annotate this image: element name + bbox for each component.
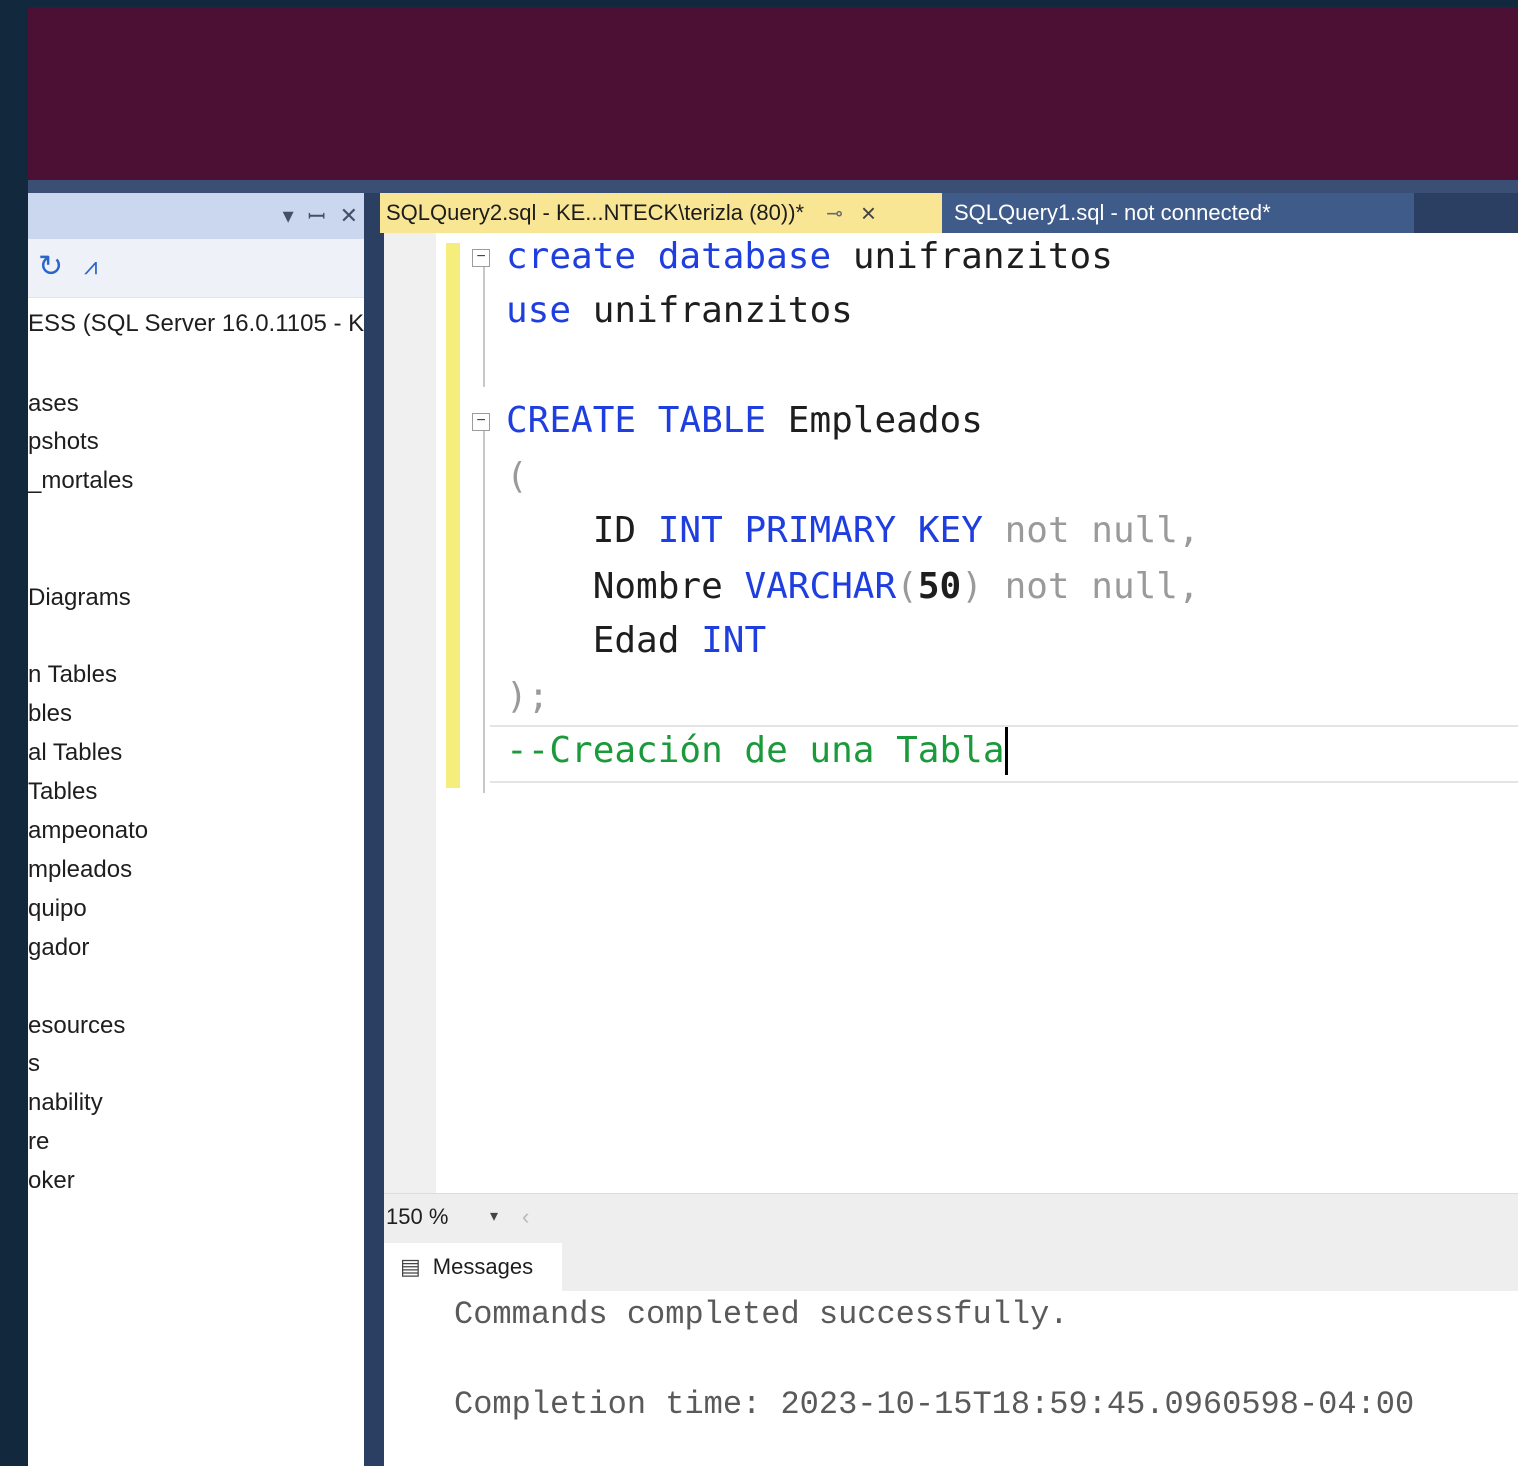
zoom-level[interactable]: 150 % [386, 1204, 448, 1230]
code-line-1: create database unifranzitos [506, 236, 1113, 277]
editor-status-bar: 150 % ▾ ‹ [384, 1193, 1518, 1244]
refresh-icon[interactable]: ↻ [38, 247, 63, 287]
tree-node[interactable]: mpleados [28, 855, 132, 885]
pin-icon[interactable]: ⊸ [826, 201, 843, 226]
tree-node[interactable]: al Tables [28, 738, 122, 768]
collapse-icon[interactable]: − [472, 413, 490, 431]
text-caret [1004, 727, 1008, 775]
message-line: Completion time: 2023-10-15T18:59:45.096… [454, 1386, 1415, 1423]
tree-node[interactable]: esources [28, 1011, 125, 1041]
object-explorer: ▾ ꟷ ✕ ↻ ⩘ ESS (SQL Server 16.0.1105 - K … [28, 193, 364, 1466]
code-line-3: CREATE TABLE Empleados [506, 400, 983, 441]
close-tab-icon[interactable]: × [861, 198, 876, 229]
title-band [28, 7, 1518, 180]
object-explorer-titlebar: ▾ ꟷ ✕ [28, 193, 364, 239]
ssms-window: ▾ ꟷ ✕ ↻ ⩘ ESS (SQL Server 16.0.1105 - K … [28, 7, 1518, 1466]
code-line-6: Nombre VARCHAR(50) not null, [592, 566, 1200, 607]
code-line-7: Edad INT [592, 620, 767, 661]
scroll-left-icon[interactable]: ‹ [522, 1204, 529, 1230]
tree-node[interactable]: pshots [28, 427, 99, 457]
server-node[interactable]: ESS (SQL Server 16.0.1105 - K [28, 307, 364, 341]
tab-messages[interactable]: ▤ Messages [384, 1243, 562, 1291]
tree-node[interactable]: Tables [28, 777, 97, 807]
tree-node[interactable]: oker [28, 1166, 75, 1196]
editor-gutter [384, 233, 436, 1193]
message-line: Commands completed successfully. [454, 1296, 1069, 1333]
tab-sqlquery1[interactable]: SQLQuery1.sql - not connected* [942, 193, 1414, 233]
results-tabs: ▤ Messages [384, 1243, 1518, 1291]
tree-node[interactable]: s [28, 1049, 40, 1079]
fold-guide [483, 431, 485, 793]
tab-label: SQLQuery1.sql - not connected* [954, 200, 1271, 225]
object-explorer-toolbar: ↻ ⩘ [28, 239, 364, 298]
code-line-5: ID INT PRIMARY KEY not null, [592, 510, 1200, 551]
results-pane: ▤ Messages Commands completed successful… [384, 1243, 1518, 1466]
tree-node[interactable]: _mortales [28, 466, 133, 496]
zoom-dropdown-icon[interactable]: ▾ [490, 1206, 498, 1226]
tab-label: Messages [432, 1254, 534, 1279]
document-tabs: SQLQuery2.sql - KE...NTECK\terizla (80))… [380, 193, 1518, 233]
window-position-icon[interactable]: ▾ [283, 203, 294, 229]
fold-guide [483, 267, 485, 387]
tree-node[interactable]: gador [28, 933, 89, 963]
messages-icon: ▤ [400, 1254, 421, 1279]
close-icon[interactable]: ✕ [340, 203, 358, 229]
tree-node[interactable]: n Tables [28, 660, 117, 690]
tree-node[interactable]: bles [28, 699, 72, 729]
code-line-2: use unifranzitos [506, 290, 853, 331]
tree-node[interactable]: re [28, 1127, 49, 1157]
tree-node[interactable]: ases [28, 389, 79, 419]
collapse-icon[interactable]: − [472, 249, 490, 267]
tree-node[interactable]: nability [28, 1088, 103, 1118]
tab-sqlquery2[interactable]: SQLQuery2.sql - KE...NTECK\terizla (80))… [380, 193, 942, 233]
code-line-9: --Creación de una Tabla [506, 727, 1008, 775]
change-tracking-bar [446, 243, 460, 788]
splitter[interactable] [364, 193, 380, 1466]
tree-node[interactable]: quipo [28, 894, 87, 924]
editor-group: SQLQuery2.sql - KE...NTECK\terizla (80))… [380, 193, 1518, 1466]
auto-hide-pin-icon[interactable]: ꟷ [308, 201, 326, 231]
activity-monitor-icon[interactable]: ⩘ [84, 247, 98, 287]
tree-node[interactable]: ampeonato [28, 816, 148, 846]
tree-node[interactable]: Diagrams [28, 583, 131, 613]
code-line-4: ( [506, 456, 528, 497]
query-editor[interactable]: − − create database unifranzitos use uni… [384, 233, 1518, 1193]
code-line-8: ); [506, 676, 550, 717]
tab-label: SQLQuery2.sql - KE...NTECK\terizla (80))… [386, 200, 805, 225]
toolbar-strip [28, 180, 1518, 193]
